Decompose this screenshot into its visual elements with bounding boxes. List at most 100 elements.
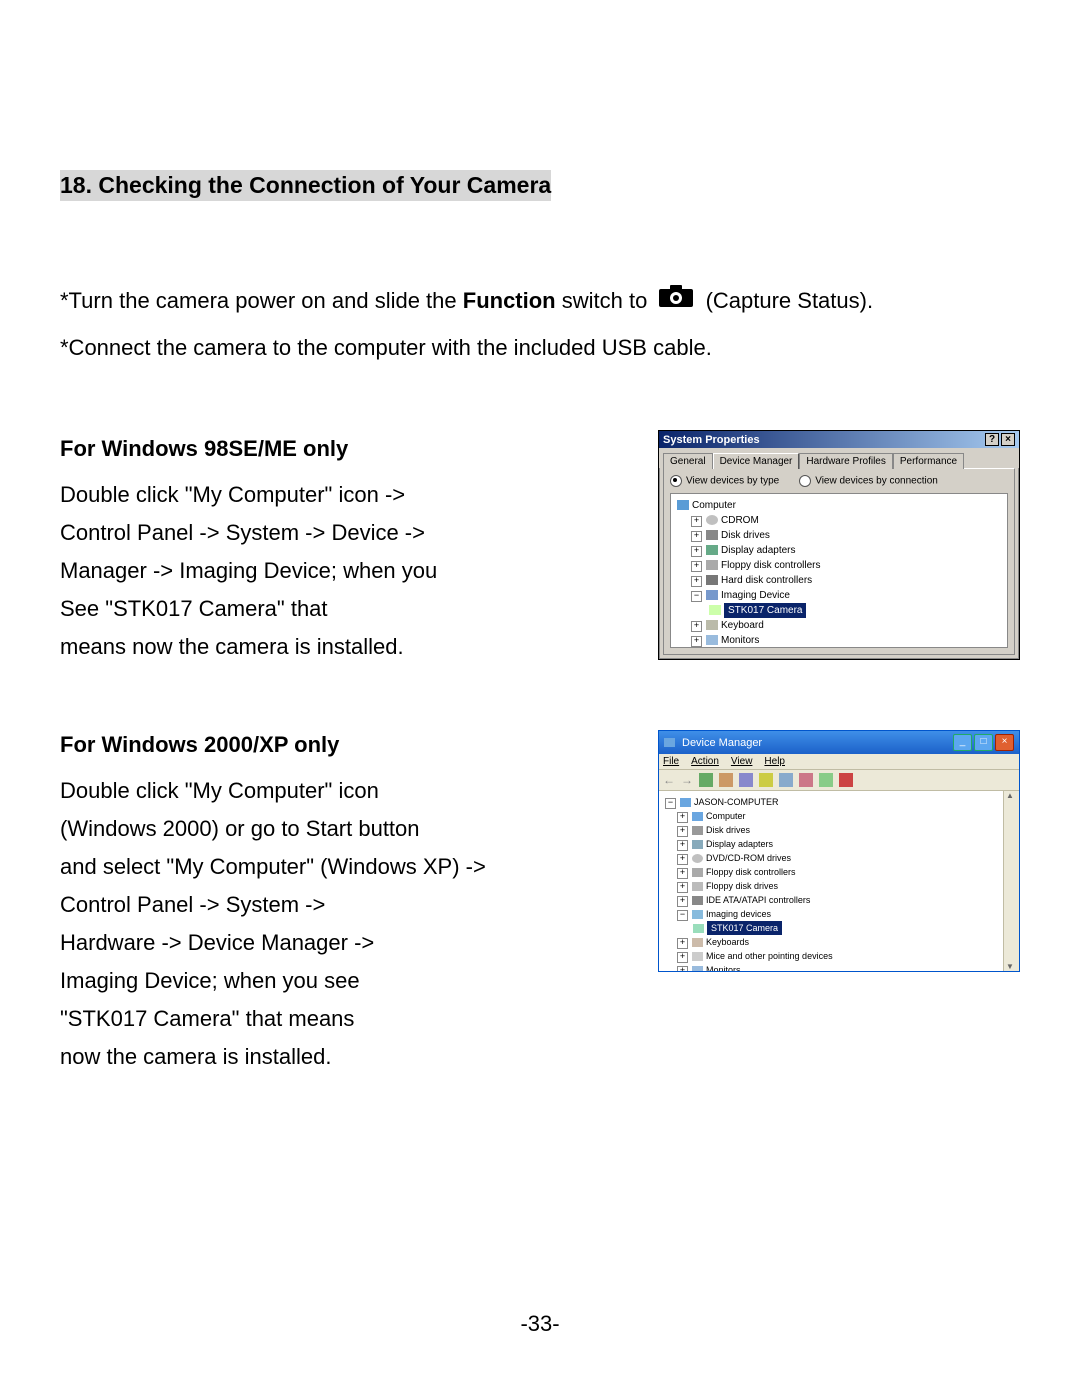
keyboard-icon xyxy=(706,620,718,630)
imaging-icon xyxy=(692,910,703,919)
tree-selected-item[interactable]: STK017 Camera xyxy=(663,921,999,935)
computer-icon xyxy=(677,500,689,510)
camera-device-icon xyxy=(693,924,704,933)
intro-text: (Capture Status). xyxy=(706,288,874,313)
tree-item[interactable]: +Monitors xyxy=(663,963,999,971)
expand-icon[interactable]: + xyxy=(691,546,702,557)
menu-help[interactable]: Help xyxy=(764,756,785,767)
tree-item[interactable]: +Keyboards xyxy=(663,935,999,949)
tree-item[interactable]: +Display adapters xyxy=(675,543,1003,558)
toolbar-icon[interactable] xyxy=(739,773,753,787)
toolbar-icon[interactable] xyxy=(839,773,853,787)
tree-item[interactable]: +Monitors xyxy=(675,633,1003,648)
tab-performance[interactable]: Performance xyxy=(893,453,964,469)
win98-subheading: For Windows 98SE/ME only xyxy=(60,430,437,468)
intro-text: *Connect the camera to the computer with… xyxy=(60,335,712,360)
toolbar-icon[interactable] xyxy=(699,773,713,787)
window-icon xyxy=(664,738,675,747)
keyboard-icon xyxy=(692,938,703,947)
expand-icon[interactable]: + xyxy=(677,966,688,971)
expand-icon[interactable]: + xyxy=(691,531,702,542)
tree-item[interactable]: +Display adapters xyxy=(663,837,999,851)
tree-selected-item[interactable]: STK017 Camera xyxy=(675,603,1003,618)
tab-device-manager[interactable]: Device Manager xyxy=(713,453,800,469)
radio-dot-icon xyxy=(670,475,682,487)
manual-page: 18. Checking the Connection of Your Came… xyxy=(0,0,1080,1397)
maximize-button[interactable]: □ xyxy=(974,734,993,751)
expand-icon[interactable]: + xyxy=(677,896,688,907)
menu-view[interactable]: View xyxy=(731,756,753,767)
tree-item[interactable]: +Mice and other pointing devices xyxy=(663,949,999,963)
window-title: System Properties xyxy=(663,434,760,446)
tree-item[interactable]: +Disk drives xyxy=(663,823,999,837)
expand-icon[interactable]: + xyxy=(691,516,702,527)
imaging-icon xyxy=(706,590,718,600)
win98-titlebar: System Properties ? × xyxy=(659,431,1019,448)
winxp-menubar: File Action View Help xyxy=(659,754,1019,770)
instruction-line: Double click "My Computer" icon -> xyxy=(60,476,437,514)
scrollbar[interactable] xyxy=(1003,791,1019,971)
tree-item[interactable]: +Floppy disk drives xyxy=(663,879,999,893)
tree-item[interactable]: +Floppy disk controllers xyxy=(675,558,1003,573)
forward-icon[interactable]: → xyxy=(681,773,693,787)
collapse-icon[interactable]: − xyxy=(691,591,702,602)
tree-item-expanded[interactable]: −Imaging Device xyxy=(675,588,1003,603)
menu-action[interactable]: Action xyxy=(691,756,719,767)
expand-icon[interactable]: + xyxy=(677,854,688,865)
window-title: Device Manager xyxy=(682,737,762,749)
cdrom-icon xyxy=(706,515,718,525)
collapse-icon[interactable]: − xyxy=(677,910,688,921)
tab-general[interactable]: General xyxy=(663,453,713,469)
tree-item[interactable]: +Hard disk controllers xyxy=(675,573,1003,588)
radio-by-type[interactable]: View devices by type xyxy=(670,475,779,487)
floppy-controller-icon xyxy=(692,868,703,877)
expand-icon[interactable]: + xyxy=(677,938,688,949)
winxp-titlebar: Device Manager _ □ × xyxy=(659,731,1019,754)
section-win98: For Windows 98SE/ME only Double click "M… xyxy=(60,430,1020,666)
tree-item[interactable]: +Keyboard xyxy=(675,618,1003,633)
instruction-line: means now the camera is installed. xyxy=(60,628,437,666)
computer-icon xyxy=(680,798,691,807)
expand-icon[interactable]: + xyxy=(691,576,702,587)
tree-root[interactable]: Computer xyxy=(675,498,1003,513)
help-button[interactable]: ? xyxy=(985,433,999,446)
device-tree[interactable]: −JASON-COMPUTER +Computer +Disk drives +… xyxy=(659,791,1003,971)
tree-item[interactable]: +CDROM xyxy=(675,513,1003,528)
toolbar-icon[interactable] xyxy=(779,773,793,787)
tree-item[interactable]: +Floppy disk controllers xyxy=(663,865,999,879)
radio-by-connection[interactable]: View devices by connection xyxy=(799,475,938,487)
monitor-icon xyxy=(692,966,703,971)
tree-item[interactable]: +DVD/CD-ROM drives xyxy=(663,851,999,865)
toolbar-icon[interactable] xyxy=(799,773,813,787)
tree-root[interactable]: −JASON-COMPUTER xyxy=(663,795,999,809)
back-icon[interactable]: ← xyxy=(663,773,675,787)
win98-tabstrip: General Device Manager Hardware Profiles… xyxy=(659,448,1019,468)
toolbar-icon[interactable] xyxy=(759,773,773,787)
expand-icon[interactable]: + xyxy=(677,882,688,893)
tab-hardware-profiles[interactable]: Hardware Profiles xyxy=(799,453,892,469)
toolbar-icon[interactable] xyxy=(819,773,833,787)
minimize-button[interactable]: _ xyxy=(953,734,972,751)
display-icon xyxy=(706,545,718,555)
close-button[interactable]: × xyxy=(995,734,1014,751)
expand-icon[interactable]: + xyxy=(677,826,688,837)
expand-icon[interactable]: + xyxy=(677,868,688,879)
expand-icon[interactable]: + xyxy=(691,621,702,632)
expand-icon[interactable]: + xyxy=(691,636,702,647)
harddisk-icon xyxy=(706,575,718,585)
close-button[interactable]: × xyxy=(1001,433,1015,446)
tree-item[interactable]: +Computer xyxy=(663,809,999,823)
toolbar-icon[interactable] xyxy=(719,773,733,787)
tree-item-expanded[interactable]: −Imaging devices xyxy=(663,907,999,921)
tree-item[interactable]: +IDE ATA/ATAPI controllers xyxy=(663,893,999,907)
tree-item[interactable]: +Disk drives xyxy=(675,528,1003,543)
collapse-icon[interactable]: − xyxy=(665,798,676,809)
expand-icon[interactable]: + xyxy=(677,812,688,823)
win98-instructions: For Windows 98SE/ME only Double click "M… xyxy=(60,430,437,666)
menu-file[interactable]: File xyxy=(663,756,679,767)
expand-icon[interactable]: + xyxy=(691,561,702,572)
expand-icon[interactable]: + xyxy=(677,840,688,851)
device-tree[interactable]: Computer +CDROM +Disk drives +Display ad… xyxy=(670,493,1008,648)
expand-icon[interactable]: + xyxy=(677,952,688,963)
device-manager-window: Device Manager _ □ × File Action View He… xyxy=(658,730,1020,972)
